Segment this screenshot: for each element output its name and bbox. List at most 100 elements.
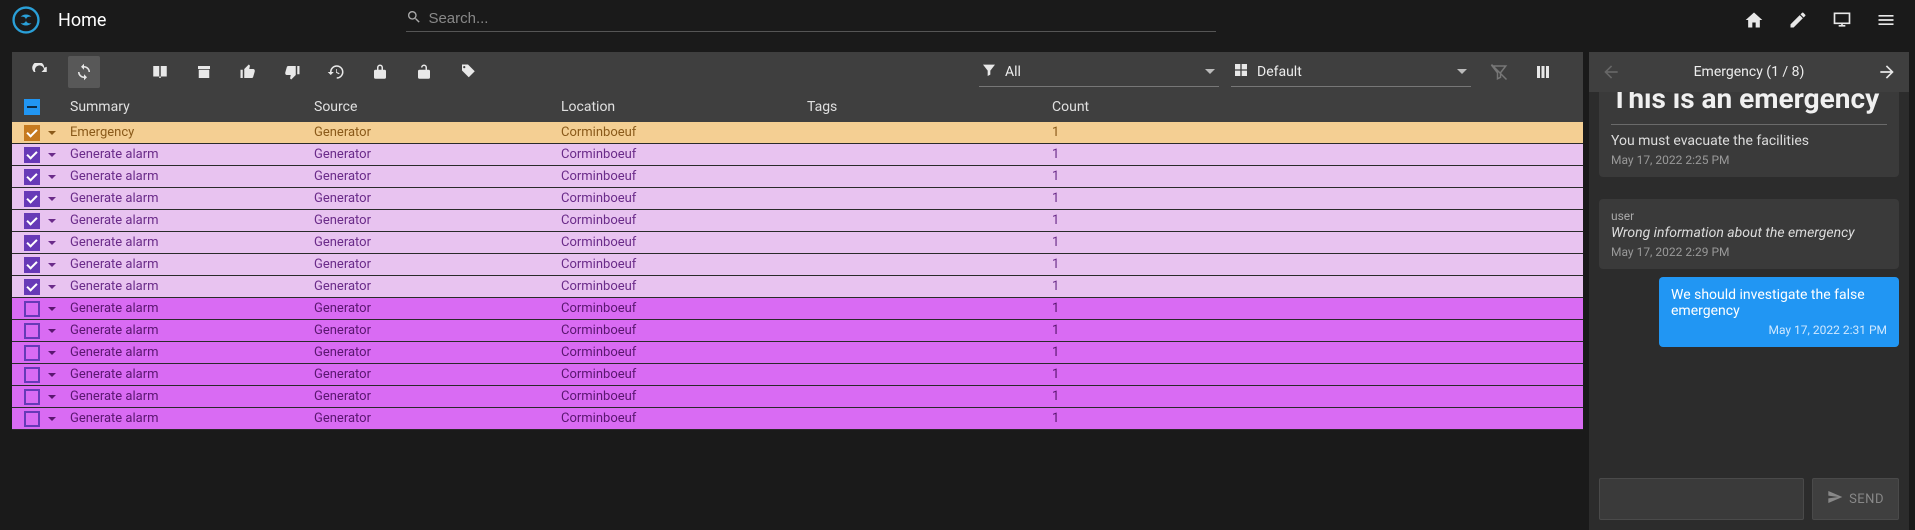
cell-summary: Generate alarm bbox=[70, 213, 314, 228]
table-row[interactable]: Generate alarmGeneratorCorminboeuf1 bbox=[12, 144, 1583, 166]
search-input[interactable] bbox=[428, 10, 1216, 27]
send-icon bbox=[1827, 489, 1843, 509]
monitor-icon[interactable] bbox=[1831, 9, 1853, 31]
refresh-icon[interactable] bbox=[24, 56, 56, 88]
detail-heading: This is an emergency bbox=[1611, 92, 1879, 113]
prev-arrow-icon[interactable] bbox=[1599, 60, 1623, 84]
row-checkbox[interactable] bbox=[24, 147, 40, 163]
table-row[interactable]: Generate alarmGeneratorCorminboeuf1 bbox=[12, 342, 1583, 364]
tag-icon[interactable] bbox=[452, 56, 484, 88]
row-checkbox[interactable] bbox=[24, 323, 40, 339]
search-icon bbox=[406, 9, 428, 29]
table-row[interactable]: Generate alarmGeneratorCorminboeuf1 bbox=[12, 232, 1583, 254]
view-select[interactable]: Default bbox=[1231, 58, 1471, 87]
detail-card-user: user Wrong information about the emergen… bbox=[1599, 199, 1899, 269]
cell-location: Corminboeuf bbox=[561, 389, 807, 404]
select-all-checkbox[interactable] bbox=[24, 99, 40, 115]
cell-source: Generator bbox=[314, 213, 561, 228]
lock-icon[interactable] bbox=[364, 56, 396, 88]
edit-icon[interactable] bbox=[1787, 9, 1809, 31]
table-row[interactable]: Generate alarmGeneratorCorminboeuf1 bbox=[12, 386, 1583, 408]
expand-icon[interactable] bbox=[46, 260, 58, 270]
expand-icon[interactable] bbox=[46, 370, 58, 380]
expand-icon[interactable] bbox=[46, 348, 58, 358]
send-button[interactable]: SEND bbox=[1812, 478, 1899, 520]
expand-icon[interactable] bbox=[46, 414, 58, 424]
row-checkbox[interactable] bbox=[24, 169, 40, 185]
row-checkbox[interactable] bbox=[24, 411, 40, 427]
table-row[interactable]: Generate alarmGeneratorCorminboeuf1 bbox=[12, 210, 1583, 232]
col-count[interactable]: Count bbox=[1052, 99, 1583, 115]
expand-icon[interactable] bbox=[46, 238, 58, 248]
thumbs-up-icon[interactable] bbox=[232, 56, 264, 88]
compose-input[interactable] bbox=[1599, 478, 1804, 520]
columns-icon[interactable] bbox=[1527, 56, 1559, 88]
cell-source: Generator bbox=[314, 279, 561, 294]
cell-source: Generator bbox=[314, 169, 561, 184]
table-row[interactable]: Generate alarmGeneratorCorminboeuf1 bbox=[12, 254, 1583, 276]
detail-user-ts: May 17, 2022 2:29 PM bbox=[1611, 245, 1887, 259]
table-row[interactable]: Generate alarmGeneratorCorminboeuf1 bbox=[12, 408, 1583, 430]
detail-title: Emergency (1 / 8) bbox=[1623, 64, 1875, 80]
table-row[interactable]: Generate alarmGeneratorCorminboeuf1 bbox=[12, 298, 1583, 320]
sync-icon[interactable] bbox=[68, 56, 100, 88]
cell-location: Corminboeuf bbox=[561, 411, 807, 426]
cell-summary: Generate alarm bbox=[70, 169, 314, 184]
row-checkbox[interactable] bbox=[24, 279, 40, 295]
cell-summary: Generate alarm bbox=[70, 389, 314, 404]
expand-icon[interactable] bbox=[46, 128, 58, 138]
col-summary[interactable]: Summary bbox=[70, 99, 314, 115]
col-location[interactable]: Location bbox=[561, 99, 807, 115]
filter-select[interactable]: All bbox=[979, 58, 1219, 87]
unlock-icon[interactable] bbox=[408, 56, 440, 88]
cell-summary: Generate alarm bbox=[70, 279, 314, 294]
cell-location: Corminboeuf bbox=[561, 235, 807, 250]
row-checkbox[interactable] bbox=[24, 367, 40, 383]
table-row[interactable]: Generate alarmGeneratorCorminboeuf1 bbox=[12, 166, 1583, 188]
cell-summary: Generate alarm bbox=[70, 345, 314, 360]
expand-icon[interactable] bbox=[46, 304, 58, 314]
col-tags[interactable]: Tags bbox=[807, 99, 1052, 115]
expand-icon[interactable] bbox=[46, 282, 58, 292]
row-checkbox[interactable] bbox=[24, 389, 40, 405]
table-row[interactable]: Generate alarmGeneratorCorminboeuf1 bbox=[12, 364, 1583, 386]
row-checkbox[interactable] bbox=[24, 125, 40, 141]
cell-source: Generator bbox=[314, 323, 561, 338]
cell-source: Generator bbox=[314, 345, 561, 360]
table-row[interactable]: Generate alarmGeneratorCorminboeuf1 bbox=[12, 320, 1583, 342]
chevron-down-icon bbox=[1457, 69, 1467, 74]
expand-icon[interactable] bbox=[46, 194, 58, 204]
app-logo[interactable] bbox=[12, 6, 40, 34]
cell-location: Corminboeuf bbox=[561, 257, 807, 272]
home-icon[interactable] bbox=[1743, 9, 1765, 31]
cell-summary: Emergency bbox=[70, 125, 314, 140]
table-row[interactable]: EmergencyGeneratorCorminboeuf1 bbox=[12, 122, 1583, 144]
expand-icon[interactable] bbox=[46, 216, 58, 226]
next-arrow-icon[interactable] bbox=[1875, 60, 1899, 84]
row-checkbox[interactable] bbox=[24, 257, 40, 273]
grid-icon bbox=[1233, 62, 1257, 82]
hamburger-icon[interactable] bbox=[1875, 9, 1897, 31]
history-icon[interactable] bbox=[320, 56, 352, 88]
cell-location: Corminboeuf bbox=[561, 147, 807, 162]
table-row[interactable]: Generate alarmGeneratorCorminboeuf1 bbox=[12, 188, 1583, 210]
row-checkbox[interactable] bbox=[24, 301, 40, 317]
expand-icon[interactable] bbox=[46, 392, 58, 402]
cell-summary: Generate alarm bbox=[70, 323, 314, 338]
detail-me-ts: May 17, 2022 2:31 PM bbox=[1671, 323, 1887, 337]
col-source[interactable]: Source bbox=[314, 99, 561, 115]
book-icon[interactable] bbox=[144, 56, 176, 88]
archive-icon[interactable] bbox=[188, 56, 220, 88]
expand-icon[interactable] bbox=[46, 150, 58, 160]
cell-count: 1 bbox=[1052, 389, 1583, 404]
row-checkbox[interactable] bbox=[24, 213, 40, 229]
clear-filter-icon[interactable] bbox=[1483, 56, 1515, 88]
search-field[interactable] bbox=[406, 9, 1216, 32]
row-checkbox[interactable] bbox=[24, 345, 40, 361]
expand-icon[interactable] bbox=[46, 172, 58, 182]
row-checkbox[interactable] bbox=[24, 191, 40, 207]
expand-icon[interactable] bbox=[46, 326, 58, 336]
table-row[interactable]: Generate alarmGeneratorCorminboeuf1 bbox=[12, 276, 1583, 298]
row-checkbox[interactable] bbox=[24, 235, 40, 251]
thumbs-down-icon[interactable] bbox=[276, 56, 308, 88]
